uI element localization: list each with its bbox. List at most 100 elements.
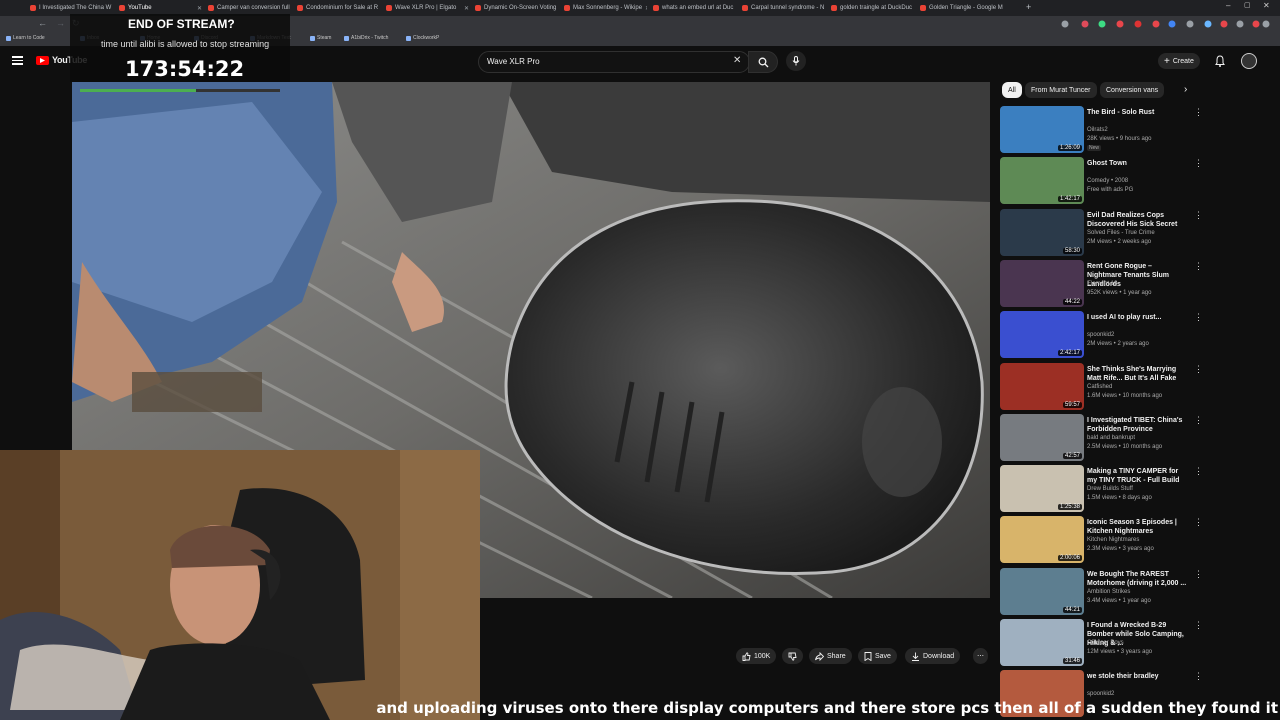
recommended-video[interactable]: 59:57 She Thinks She's Marrying Matt Rife… [1000,362,1203,411]
more-vertical-icon[interactable]: ⋮ [1194,621,1203,630]
maximize-button[interactable]: ▢ [1244,1,1251,9]
video-title[interactable]: Ghost Town [1087,159,1187,168]
recommended-video[interactable]: 1:42:17 Ghost Town Comedy • 2008 Free with … [1000,157,1203,205]
more-vertical-icon[interactable]: ⋮ [1194,108,1203,117]
close-window-button[interactable]: ✕ [1263,1,1270,10]
user-avatar[interactable] [1241,53,1257,69]
more-vertical-icon[interactable]: ⋮ [1194,569,1203,579]
channel-name[interactable]: Outdoor Boys [1087,640,1124,646]
tab-close-icon[interactable]: ✕ [197,5,202,12]
recommended-video[interactable]: 31:46 I Found a Wrecked B-29 Bomber while… [1000,619,1203,667]
bookmark-item[interactable]: Steam [310,35,331,41]
recommended-video[interactable]: 42:57 I Investigated TIBET: China's Forbi… [1000,413,1203,462]
video-title[interactable]: I used AI to play rust... [1087,313,1187,322]
download-button[interactable]: Download [905,648,961,664]
video-thumbnail[interactable]: 59:57 [1000,362,1084,410]
video-title[interactable]: Iconic Season 3 Episodes | Kitchen Night… [1087,518,1187,536]
more-vertical-icon[interactable]: ⋮ [1194,261,1203,271]
search-input[interactable]: Wave XLR Pro ✕ [478,51,750,73]
video-title[interactable]: The Bird - Solo Rust [1087,108,1187,117]
filter-chip[interactable]: All [1002,82,1022,98]
forward-icon[interactable]: → [56,18,65,28]
channel-name[interactable]: Comedy • 2008 [1087,178,1128,184]
clear-search-icon[interactable]: ✕ [733,55,741,66]
browser-tab[interactable]: Max Sonnenberg - Wikipe✕ [564,2,647,14]
bookmark-item[interactable]: Learn to Code [6,35,45,41]
like-button[interactable]: 100K [736,648,777,664]
video-thumbnail[interactable]: 42:57 [1000,413,1084,461]
more-vertical-icon[interactable]: ⋮ [1194,210,1203,220]
more-vertical-icon[interactable]: ⋮ [1194,467,1203,476]
video-title[interactable]: we stole their bradley [1087,672,1187,681]
chips-next-icon[interactable]: › [1184,84,1187,95]
recommended-video[interactable]: 2:00:06 Iconic Season 3 Episodes | Kitche… [1000,516,1203,564]
video-thumbnail[interactable]: 1:42:17 [1000,157,1084,205]
voice-search-button[interactable] [786,51,806,71]
more-vertical-icon[interactable]: ⋮ [1194,313,1203,322]
filter-chip[interactable]: Conversion vans [1100,82,1165,98]
video-thumbnail[interactable]: 44:22 [1000,259,1084,307]
video-duration: 2:00:06 [1057,555,1082,562]
browser-tab[interactable]: Camper van conversion full✕ [208,2,291,14]
bookmark-item[interactable]: A1biDrix - Twitch [344,35,388,41]
video-title[interactable]: Making a TINY CAMPER for my TINY TRUCK -… [1087,467,1187,485]
notifications-bell-icon[interactable] [1214,55,1226,67]
browser-tab[interactable]: Dynamic On-Screen Voting✕ [475,2,558,14]
more-vertical-icon[interactable]: ⋮ [1194,415,1203,425]
channel-name[interactable]: Solved Files - True Crime [1087,230,1155,236]
more-vertical-icon[interactable]: ⋮ [1194,518,1203,527]
video-title[interactable]: We Bought The RAREST Motorhome (driving … [1087,570,1187,588]
video-thumbnail[interactable]: 58:30 [1000,208,1084,256]
recommended-video[interactable]: 44:22 Rent Gone Rogue – Nightmare Tenants… [1000,259,1203,308]
toolbar-extension-icons[interactable] [1060,19,1270,29]
browser-tab[interactable]: golden traingle at DuckDuc✕ [831,2,914,14]
dislike-button[interactable] [782,648,803,664]
channel-name[interactable]: Oilrats2 [1087,127,1108,133]
tab-close-icon[interactable]: ✕ [464,5,469,12]
video-thumbnail[interactable]: 1:25:38 [1000,465,1084,513]
bookmark-item[interactable]: ClockworkP [406,35,439,41]
browser-tab[interactable]: Golden Triangle - Google M✕ [920,2,1003,14]
recommended-video[interactable]: 1:25:38 Making a TINY CAMPER for my TINY … [1000,465,1203,513]
browser-tab[interactable]: I Investigated The China W✕ [30,2,113,14]
browser-tab[interactable]: whats an embed url at Duc✕ [653,2,736,14]
search-button[interactable] [748,51,778,73]
tab-close-icon[interactable]: ✕ [645,5,647,12]
save-button[interactable]: Save [858,648,897,664]
menu-icon[interactable] [12,56,23,65]
video-thumbnail[interactable]: 44:21 [1000,567,1084,615]
channel-name[interactable]: Ambition Strikes [1087,589,1130,595]
browser-tab[interactable]: Carpal tunnel syndrome - N✕ [742,2,825,14]
video-thumbnail[interactable]: 2:42:17 [1000,311,1084,359]
recommended-video[interactable]: 2:42:17 I used AI to play rust... spoonkid… [1000,311,1203,359]
browser-tab[interactable]: Wave XLR Pro | Elgato ✕ [386,2,469,14]
minimize-button[interactable]: – [1226,1,1230,10]
back-icon[interactable]: ← [38,18,47,28]
channel-name[interactable]: Kitchen Nightmares [1087,537,1139,543]
channel-name[interactable]: spoonkid2 [1087,332,1114,338]
channel-name[interactable]: bald and bankrupt [1087,435,1135,441]
create-button[interactable]: + Create [1158,53,1200,69]
more-vertical-icon[interactable]: ⋮ [1194,159,1203,168]
share-button[interactable]: Share [809,648,852,664]
filter-chip[interactable]: From Murat Tuncer [1025,82,1097,98]
video-thumbnail[interactable]: 2:00:06 [1000,516,1084,564]
video-meta: Free with ads PG [1087,187,1134,194]
recommended-video[interactable]: 58:30 Evil Dad Realizes Cops Discovered H… [1000,208,1203,257]
video-title[interactable]: She Thinks She's Marrying Matt Rife... B… [1087,365,1187,383]
more-vertical-icon[interactable]: ⋮ [1194,364,1203,374]
more-actions-button[interactable]: ⋯ [973,648,988,664]
video-title[interactable]: I Investigated TIBET: China's Forbidden … [1087,416,1187,434]
channel-name[interactable]: Drew Builds Stuff [1087,486,1133,492]
channel-name[interactable]: Catfished [1087,384,1112,390]
video-title[interactable]: Evil Dad Realizes Cops Discovered His Si… [1087,211,1187,229]
more-vertical-icon[interactable]: ⋮ [1194,672,1203,681]
video-thumbnail[interactable]: 1:26:09 [1000,106,1084,153]
browser-tab[interactable]: YouTube ✕ [119,2,202,14]
new-tab-button[interactable]: + [1026,2,1031,12]
video-thumbnail[interactable]: 31:46 [1000,619,1084,666]
browser-tab[interactable]: Condominium for Sale at R✕ [297,2,380,14]
recommended-video[interactable]: 1:26:09 The Bird - Solo Rust Oilrats2 28K v… [1000,106,1203,154]
channel-name[interactable]: Element 18 [1087,281,1117,287]
recommended-video[interactable]: 44:21 We Bought The RAREST Motorhome (dri… [1000,567,1203,616]
